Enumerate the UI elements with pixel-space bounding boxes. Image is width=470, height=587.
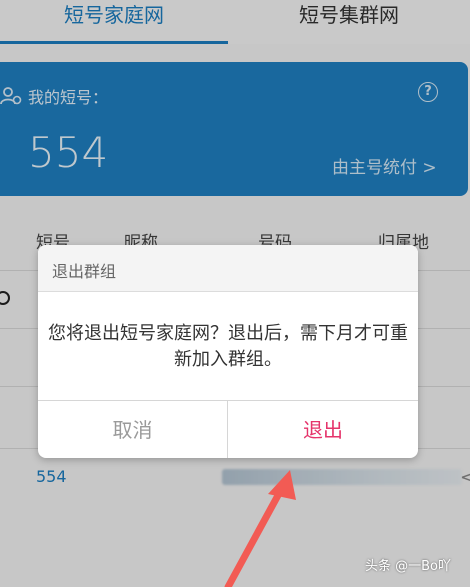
cancel-button[interactable]: 取消 bbox=[38, 401, 228, 458]
dialog-button-bar: 取消 退出 bbox=[38, 400, 418, 458]
exit-group-dialog: 退出群组 您将退出短号家庭网？退出后，需下月才可重新加入群组。 取消 退出 bbox=[38, 245, 418, 458]
watermark-text: 头条 @一Bo吖 bbox=[365, 559, 452, 574]
exit-button[interactable]: 退出 bbox=[228, 401, 418, 458]
dialog-title: 退出群组 bbox=[52, 262, 117, 281]
dialog-message: 您将退出短号家庭网？退出后，需下月才可重新加入群组。 bbox=[48, 323, 408, 370]
dialog-title-bar: 退出群组 bbox=[38, 245, 418, 292]
